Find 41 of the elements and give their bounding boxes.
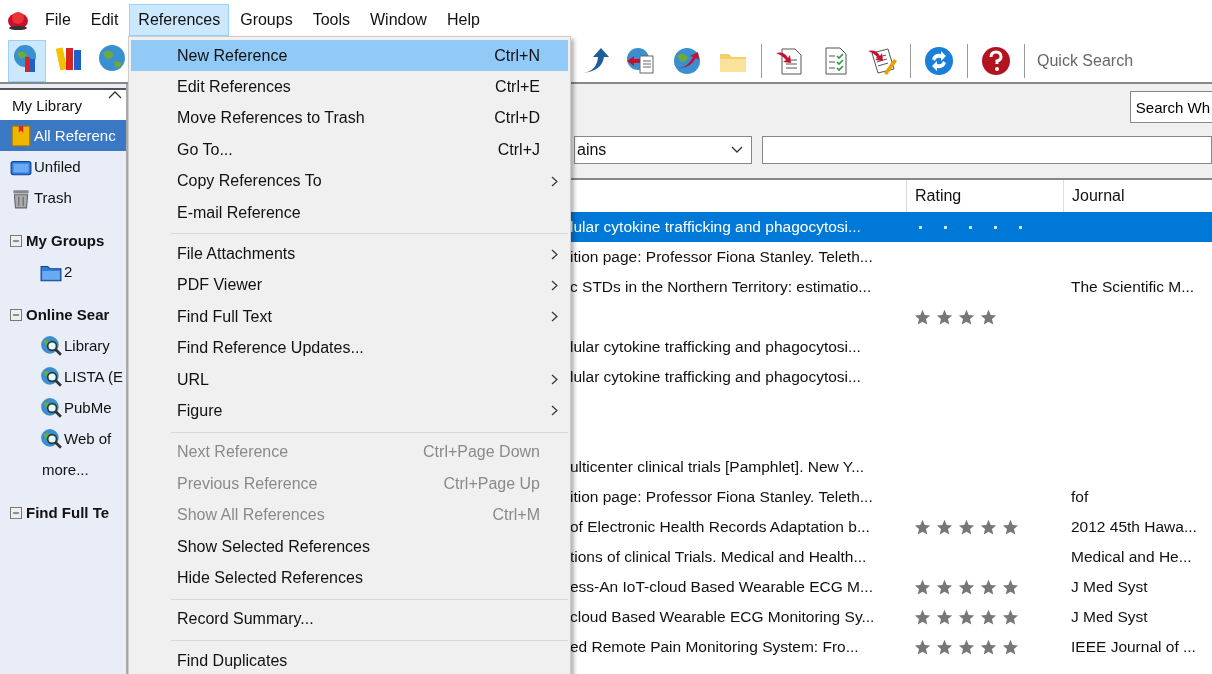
journal-cell: J Med Syst bbox=[1071, 578, 1148, 595]
shortcut-label: Ctrl+Page Up bbox=[443, 474, 540, 493]
shortcut-label: Ctrl+D bbox=[494, 109, 540, 128]
journal-cell: Medical and He... bbox=[1071, 548, 1192, 565]
title-cell: ess-An IoT-cloud Based Wearable ECG M... bbox=[570, 578, 873, 595]
title-cell: ition page: Professor Fiona Stanley. Teleth... bbox=[570, 488, 873, 505]
shortcut-label: Ctrl+J bbox=[497, 140, 540, 159]
menu-entry-label: PDF Viewer bbox=[177, 276, 264, 295]
journal-cell: 2012 45th Hawa... bbox=[1071, 518, 1197, 535]
title-cell: cloud Based Wearable ECG Monitoring Sy... bbox=[570, 608, 875, 625]
menu-entry-label: Record Summary... bbox=[177, 610, 315, 629]
shortcut-label: Ctrl+M bbox=[492, 506, 540, 525]
shortcut-label: Ctrl+Page Down bbox=[423, 443, 540, 462]
menu-entry-label: Edit References bbox=[177, 78, 292, 97]
title-cell: lular cytokine trafficking and phagocytosi... bbox=[570, 218, 861, 235]
journal-cell: fof bbox=[1071, 488, 1089, 505]
menu-entry-label: Copy References To bbox=[177, 172, 323, 191]
menu-entry-label: New Reference bbox=[177, 46, 289, 65]
title-cell: ed Remote Pain Monitoring System: Fro... bbox=[570, 638, 859, 655]
shortcut-label: Ctrl+N bbox=[494, 46, 540, 65]
menu-entry-label: Show Selected References bbox=[177, 537, 371, 556]
journal-cell: J Med Syst bbox=[1071, 608, 1148, 625]
menu-entry-label: Hide Selected References bbox=[177, 568, 364, 587]
menu-entry-label: URL bbox=[177, 370, 210, 389]
title-cell: c STDs in the Northern Territory: estimatio... bbox=[570, 278, 872, 295]
menu-entry-label: Find Full Text bbox=[177, 307, 273, 326]
journal-cell: IEEE Journal of ... bbox=[1071, 638, 1196, 655]
menu-entry-label: File Attachments bbox=[177, 245, 297, 264]
menu-entry-label: Go To... bbox=[177, 140, 234, 159]
menu-entry-label: Show All References bbox=[177, 506, 326, 525]
menu-entry-label: Find Duplicates bbox=[177, 651, 289, 670]
menu-entry-label: Find Reference Updates... bbox=[177, 339, 365, 358]
menu-entry-label: Previous Reference bbox=[177, 474, 319, 493]
shortcut-label: Ctrl+E bbox=[495, 78, 540, 97]
title-cell: tions of clinical Trials. Medical and Health... bbox=[570, 548, 867, 565]
menu-entry-label: Move References to Trash bbox=[177, 109, 366, 128]
title-cell: of Electronic Health Records Adaptation b... bbox=[570, 518, 870, 535]
menu-entry-label: Next Reference bbox=[177, 443, 290, 462]
library-title: My Library bbox=[12, 96, 82, 114]
journal-cell: The Scientific M... bbox=[1071, 278, 1195, 295]
menu-entry-label: Figure bbox=[177, 402, 224, 420]
